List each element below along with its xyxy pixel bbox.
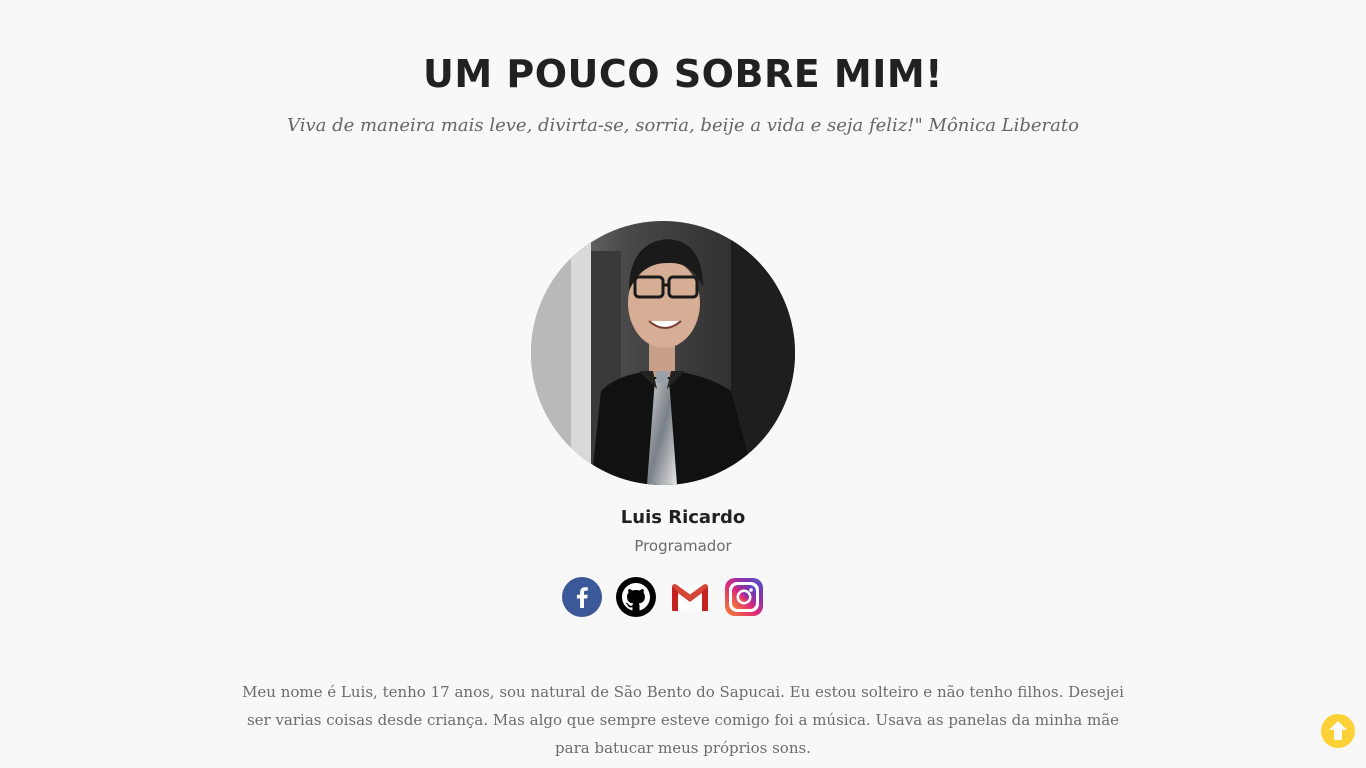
section-quote: Viva de maneira mais leve, divirta-se, s… bbox=[287, 115, 1079, 136]
github-link[interactable] bbox=[616, 577, 656, 617]
instagram-icon bbox=[725, 578, 763, 616]
profile-role: Programador bbox=[634, 537, 732, 555]
about-section: UM POUCO SOBRE MIM! Viva de maneira mais… bbox=[0, 0, 1366, 768]
section-heading: UM POUCO SOBRE MIM! bbox=[422, 52, 943, 96]
facebook-icon bbox=[562, 577, 602, 617]
bio-text: Meu nome é Luis, tenho 17 anos, sou natu… bbox=[242, 683, 1124, 757]
gmail-link[interactable] bbox=[670, 577, 710, 617]
github-icon bbox=[616, 577, 656, 617]
profile-photo bbox=[531, 221, 795, 485]
facebook-link[interactable] bbox=[562, 577, 602, 617]
social-links bbox=[562, 577, 804, 617]
arrow-up-icon bbox=[1329, 721, 1347, 740]
scroll-to-top-button[interactable] bbox=[1321, 714, 1355, 748]
gmail-icon bbox=[672, 584, 708, 611]
instagram-link[interactable] bbox=[724, 577, 764, 617]
profile-name: Luis Ricardo bbox=[620, 507, 746, 528]
